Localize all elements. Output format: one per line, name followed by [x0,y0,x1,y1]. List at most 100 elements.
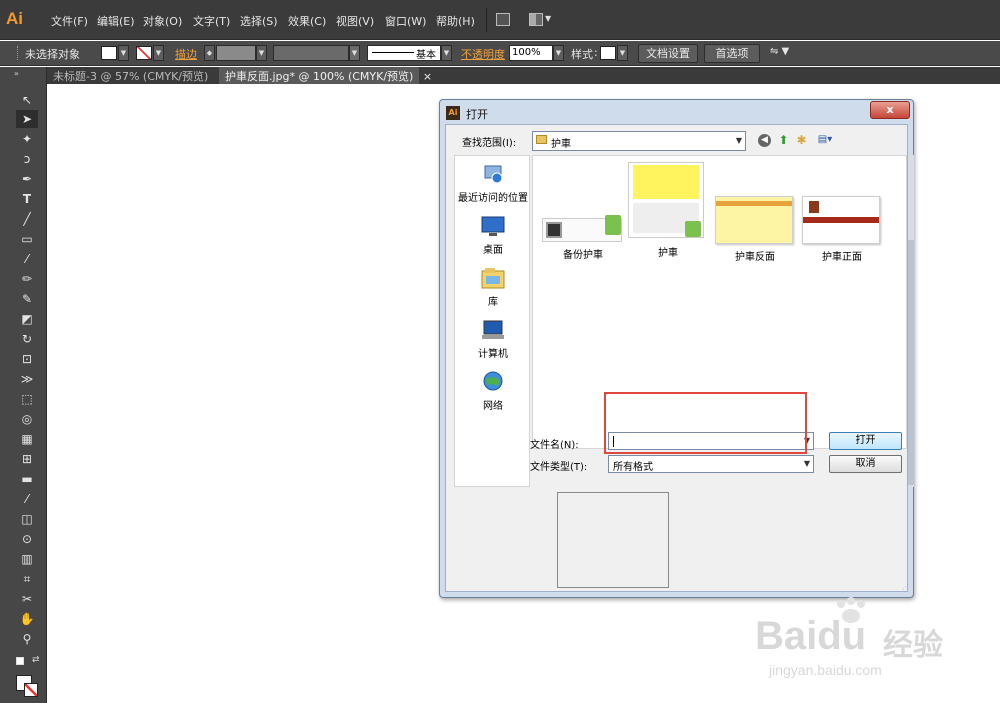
tab-label: 未标题-3 @ 57% (CMYK/预览) [53,70,209,83]
menu-view[interactable]: 视图(V) [336,13,374,29]
eyedropper-tool-icon[interactable]: ⁄ [16,490,38,508]
desktop-icon [480,214,506,238]
menu-file[interactable]: 文件(F) [51,13,88,29]
network-icon [480,370,506,394]
blob-brush-tool-icon[interactable]: ✎ [16,290,38,308]
zoom-tool-icon[interactable]: ⚲ [16,630,38,648]
column-graph-tool-icon[interactable]: ▥ [16,550,38,568]
brush-preset[interactable]: 基本 [367,45,441,61]
type-tool-icon[interactable]: T [16,190,38,208]
width-tool-icon[interactable]: ≫ [16,370,38,388]
opacity-dropdown[interactable]: ▼ [553,45,564,61]
opacity-input[interactable]: 100% [509,45,553,61]
library-icon [480,266,506,290]
rotate-tool-icon[interactable]: ↻ [16,330,38,348]
tab-back-image[interactable]: 护車反面.jpg* @ 100% (CMYK/预览) × [219,67,432,84]
back-icon[interactable]: ◀ [758,134,771,147]
free-transform-tool-icon[interactable]: ⬚ [16,390,38,408]
variable-width-profile[interactable] [273,45,349,61]
menu-edit[interactable]: 编辑(E) [97,13,135,29]
shape-builder-tool-icon[interactable]: ◎ [16,410,38,428]
blend-tool-icon[interactable]: ◫ [16,510,38,528]
watermark-url: jingyan.baidu.com [769,662,882,678]
place-recent[interactable]: 最近访问的位置 [455,162,531,204]
place-network[interactable]: 网络 [455,370,531,412]
menu-type[interactable]: 文字(T) [193,13,230,29]
place-label: 库 [488,297,498,308]
fill-dropdown[interactable]: ▼ [118,45,129,61]
stroke-label[interactable]: 描边 [175,46,197,62]
cancel-button[interactable]: 取消 [829,455,902,473]
lasso-tool-icon[interactable]: ↄ [16,150,38,168]
hand-tool-icon[interactable]: ✋ [16,610,38,628]
style-dropdown[interactable]: ▼ [617,45,628,61]
stroke-weight-dropdown[interactable]: ▼ [256,45,267,61]
close-button[interactable]: x [870,101,910,119]
new-folder-icon[interactable]: ✱ [794,133,809,147]
perspective-grid-tool-icon[interactable]: ▦ [16,430,38,448]
tab-untitled-3[interactable]: 未标题-3 @ 57% (CMYK/预览) × [47,67,227,84]
open-button[interactable]: 打开 [829,432,902,450]
resize-grip-icon[interactable]: ⋰ [902,583,909,591]
look-in-select[interactable]: 护車 ▼ [532,131,746,151]
panel-menu-icon[interactable]: ⇋ ▼ [770,46,789,57]
magic-wand-tool-icon[interactable]: ✦ [16,130,38,148]
document-setup-button[interactable]: 文档设置 [638,44,698,63]
chevron-down-icon[interactable]: ▼ [545,14,551,23]
image-thumbnail [715,196,793,244]
pen-tool-icon[interactable]: ✒ [16,170,38,188]
gradient-tool-icon[interactable]: ▬ [16,470,38,488]
close-icon[interactable]: × [423,70,432,83]
pencil-tool-icon[interactable]: ✏ [16,270,38,288]
profile-dropdown[interactable]: ▼ [349,45,360,61]
view-menu-icon[interactable]: ▤▾ [814,133,836,147]
up-folder-icon[interactable]: ⬆ [776,133,791,147]
arrange-documents-icon[interactable] [529,13,543,26]
symbol-sprayer-tool-icon[interactable]: ⊙ [16,530,38,548]
menu-effect[interactable]: 效果(C) [288,13,326,29]
rectangle-tool-icon[interactable]: ▭ [16,230,38,248]
direct-selection-tool-icon[interactable]: ➤ [16,110,38,128]
stroke-weight-field[interactable] [216,45,256,61]
place-label: 最近访问的位置 [458,193,528,204]
brush-stroke-preview [372,52,414,53]
mesh-tool-icon[interactable]: ⊞ [16,450,38,468]
file-item-front-image[interactable]: 护車正面 [792,196,892,276]
tab-label: 护車反面.jpg* @ 100% (CMYK/预览) [225,70,414,83]
file-item-back-image[interactable]: 护車反面 [705,196,805,276]
selection-tool-icon[interactable]: ↖ [16,91,38,109]
place-computer[interactable]: 计算机 [455,318,531,360]
artboard-tool-icon[interactable]: ⌗ [16,570,38,588]
file-label: 护車正面 [822,252,862,263]
style-swatch[interactable] [600,46,616,60]
paintbrush-tool-icon[interactable]: ⁄ [16,250,38,268]
chevron-down-icon: ▼ [803,459,810,468]
menu-help[interactable]: 帮助(H) [436,13,475,29]
file-item-folder[interactable]: 护車 [618,158,718,259]
panel-collapse-icon[interactable]: » [14,69,19,78]
menu-window[interactable]: 窗口(W) [385,13,426,29]
scale-tool-icon[interactable]: ⊡ [16,350,38,368]
stroke-color-icon[interactable] [24,683,38,697]
scrollbar-thumb[interactable] [908,240,914,485]
preferences-button[interactable]: 首选项 [704,44,760,63]
opacity-label[interactable]: 不透明度 [461,46,505,62]
slice-tool-icon[interactable]: ✂ [16,590,38,608]
eraser-tool-icon[interactable]: ◩ [16,310,38,328]
menu-object[interactable]: 对象(O) [143,13,182,29]
swap-colors-icon[interactable]: ⇄ [32,655,40,665]
bridge-icon[interactable] [496,13,510,26]
place-library[interactable]: 库 [455,266,531,308]
stroke-weight-stepper[interactable]: ◆ [204,45,215,61]
stroke-swatch[interactable] [136,46,152,60]
places-bar: 最近访问的位置 桌面 库 计算机 网络 [454,155,530,487]
filetype-select[interactable]: 所有格式 ▼ [608,455,814,473]
default-colors-icon[interactable] [16,657,24,665]
image-thumbnail [802,196,880,244]
place-desktop[interactable]: 桌面 [455,214,531,256]
stroke-dropdown[interactable]: ▼ [153,45,164,61]
menu-select[interactable]: 选择(S) [240,13,278,29]
brush-dropdown[interactable]: ▼ [441,45,452,61]
fill-swatch[interactable] [101,46,117,60]
line-tool-icon[interactable]: ╱ [16,210,38,228]
